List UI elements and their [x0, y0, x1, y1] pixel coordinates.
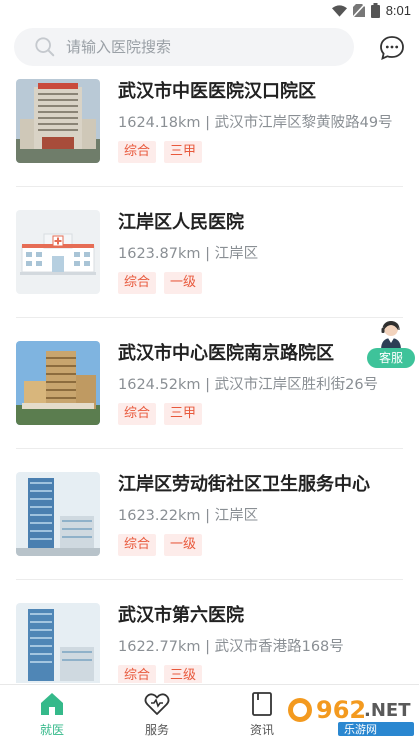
hospital-name: 武汉市第六医院 — [118, 605, 244, 626]
hospital-meta: 1624.52km | 武汉市江岸区胜利街26号 — [118, 377, 379, 393]
hospital-type-tag: 综合 — [118, 665, 157, 683]
hospital-level-tag: 三甲 — [164, 141, 203, 163]
status-icons: 8:01 — [331, 3, 411, 18]
hospital-item[interactable]: 江岸区人民医院 1623.87km | 江岸区 综合 一级 — [0, 204, 419, 335]
hospital-item[interactable]: 江岸区劳动街社区卫生服务中心 1623.22km | 江岸区 综合 一级 — [0, 466, 419, 597]
nav-tab-service[interactable]: 服务 — [122, 689, 192, 743]
hospital-distance: 1622.77km — [118, 639, 201, 655]
nav-tab-home[interactable]: 就医 — [17, 689, 87, 743]
hospital-type-tag: 综合 — [118, 272, 157, 294]
svg-text:乐游网: 乐游网 — [344, 723, 377, 736]
hospital-tags: 综合 三甲 — [118, 141, 203, 163]
hospital-name: 武汉市中心医院南京路院区 — [118, 343, 334, 364]
hospital-level-tag: 三级 — [164, 665, 203, 683]
no-sim-icon — [352, 4, 365, 17]
svg-text:962: 962 — [316, 696, 366, 724]
hospital-tags: 综合 一级 — [118, 272, 203, 294]
hospital-type-tag: 综合 — [118, 534, 157, 556]
nav-label-service: 服务 — [144, 723, 169, 737]
battery-icon — [370, 3, 380, 18]
hospital-distance: 1624.18km — [118, 115, 201, 131]
hospital-meta: 1623.87km | 江岸区 — [118, 246, 259, 262]
hospital-thumbnail — [16, 472, 100, 556]
hospital-level-tag: 三甲 — [164, 403, 203, 425]
status-time: 8:01 — [385, 3, 411, 18]
hospital-name: 武汉市中医医院汉口院区 — [118, 81, 316, 102]
document-icon — [252, 692, 272, 716]
hospital-address: 武汉市江岸区胜利街26号 — [214, 377, 379, 393]
home-icon — [41, 693, 63, 715]
hospital-type-tag: 综合 — [118, 141, 157, 163]
hospital-thumbnail — [16, 210, 100, 294]
hospital-address: 武汉市香港路168号 — [214, 639, 344, 655]
headset-agent-icon — [381, 321, 401, 350]
hospital-name: 江岸区劳动街社区卫生服务中心 — [118, 474, 370, 495]
wifi-icon — [331, 4, 347, 17]
heart-icon — [144, 693, 170, 715]
customer-service-label: 客服 — [367, 348, 415, 368]
search-input[interactable] — [66, 38, 326, 56]
hospital-distance: 1624.52km — [118, 377, 201, 393]
nav-label-home: 就医 — [39, 723, 64, 737]
hospital-meta: 1624.18km | 武汉市江岸区黎黄陂路49号 — [118, 115, 393, 131]
search-icon — [35, 37, 55, 57]
hospital-address: 武汉市江岸区黎黄陂路49号 — [214, 115, 393, 131]
status-bar: 8:01 — [0, 0, 419, 24]
hospital-distance: 1623.87km — [118, 246, 201, 262]
hospital-thumbnail — [16, 79, 100, 163]
hospital-address: 江岸区 — [214, 246, 259, 262]
hospital-type-tag: 综合 — [118, 403, 157, 425]
hospital-item[interactable]: 武汉市第六医院 1622.77km | 武汉市香港路168号 综合 三级 — [0, 597, 419, 683]
hospital-meta: 1623.22km | 江岸区 — [118, 508, 259, 524]
hospital-thumbnail — [16, 341, 100, 425]
message-icon[interactable] — [379, 35, 405, 61]
hospital-thumbnail — [16, 603, 100, 683]
search-bar[interactable] — [14, 28, 354, 66]
divider — [16, 186, 403, 187]
divider — [16, 448, 403, 449]
customer-service-button[interactable]: 客服 — [367, 318, 415, 370]
hospital-item[interactable]: 武汉市中心医院南京路院区 1624.52km | 武汉市江岸区胜利街26号 综合… — [0, 335, 419, 466]
hospital-meta: 1622.77km | 武汉市香港路168号 — [118, 639, 344, 655]
hospital-level-tag: 一级 — [164, 272, 203, 294]
hospital-list[interactable]: 武汉市中医医院汉口院区 1624.18km | 武汉市江岸区黎黄陂路49号 综合… — [0, 73, 419, 683]
hospital-address: 江岸区 — [214, 508, 259, 524]
svg-text:.NET: .NET — [364, 700, 411, 721]
hospital-distance: 1623.22km — [118, 508, 201, 524]
divider — [16, 579, 403, 580]
hospital-tags: 综合 三甲 — [118, 403, 203, 425]
site-watermark-logo: 962 .NET 乐游网 — [282, 692, 416, 738]
hospital-tags: 综合 一级 — [118, 534, 203, 556]
hospital-name: 江岸区人民医院 — [118, 212, 244, 233]
hospital-item[interactable]: 武汉市中医医院汉口院区 1624.18km | 武汉市江岸区黎黄陂路49号 综合… — [0, 73, 419, 204]
divider — [16, 317, 403, 318]
hospital-tags: 综合 三级 — [118, 665, 203, 683]
hospital-level-tag: 一级 — [164, 534, 203, 556]
